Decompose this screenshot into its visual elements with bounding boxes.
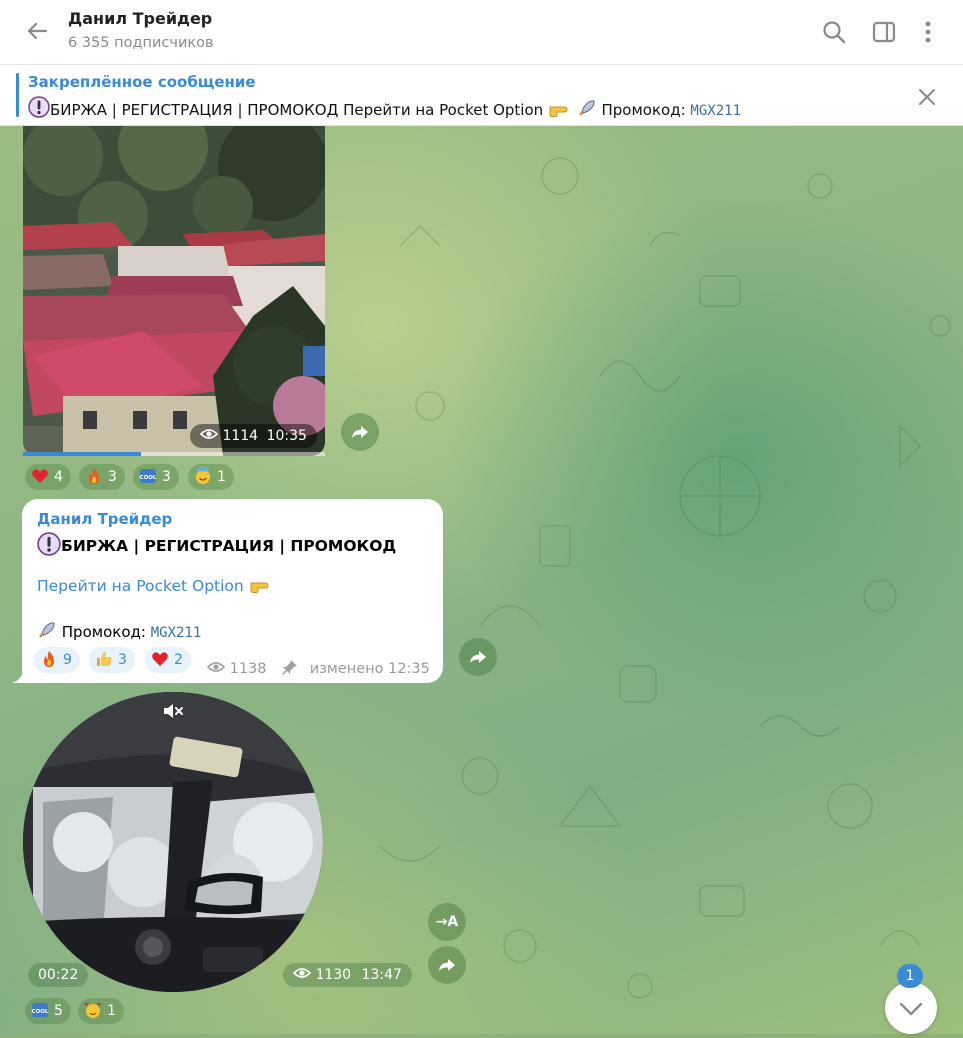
video-message[interactable] [23,126,325,456]
share-button[interactable] [428,946,466,984]
round-video-duration: 00:22 [38,967,79,983]
reaction-count: 3 [108,469,117,485]
exclamation-icon [28,96,50,118]
video-time: 10:35 [266,428,307,444]
reaction-count: 1 [107,1003,116,1019]
reaction-count: 5 [54,1003,63,1019]
video-progress-bar[interactable] [23,452,325,456]
halo-smile-icon [196,467,210,484]
reaction-cool[interactable]: COOL 5 [25,998,71,1024]
pocket-option-link[interactable]: Перейти на Pocket Option [37,576,273,595]
svg-text:COOL: COOL [32,1009,49,1015]
reaction-cool[interactable]: COOL 3 [133,464,179,490]
post-edited: изменено 12:35 [309,661,430,677]
reaction-heart[interactable]: 4 [25,464,71,490]
post-meta: 1138 изменено 12:35 [207,659,430,677]
sidebar-toggle-icon[interactable] [870,18,898,46]
fire-icon [44,651,54,667]
reaction-thumbs-up[interactable]: 3 [89,647,135,673]
reaction-fire[interactable]: 3 [79,464,125,490]
share-button[interactable] [459,638,497,676]
video-progress-fill [23,452,141,456]
eye-icon [293,968,311,978]
cool-icon: COOL [32,1003,49,1017]
reaction-hearts-face[interactable]: 1 [78,998,124,1024]
video-meta-pill: 1114 10:35 [190,424,317,448]
pinned-promo-code[interactable]: MGX211 [690,103,741,119]
reaction-count: 4 [54,469,63,485]
post-promo-label: Промокод: [61,623,146,641]
eye-icon [200,429,218,439]
cool-icon: COOL [140,469,157,483]
pointing-hand-icon [549,106,568,117]
pointing-hand-icon [250,582,269,593]
pinned-indicator [16,73,19,117]
chat-header: Данил Трейдер 6 355 подписчиков [0,0,963,65]
video-views: 1114 [222,428,259,444]
post-author[interactable]: Данил Трейдер [37,510,172,528]
pinned-text: БИРЖА | РЕГИСТРАЦИЯ | ПРОМОКОД Перейти н… [28,96,741,119]
fire-icon [89,468,99,484]
share-arrow-icon [352,426,368,438]
chevron-down-icon [899,1002,923,1016]
round-video-views: 1130 [315,967,352,983]
pinned-text-main: БИРЖА | РЕГИСТРАЦИЯ | ПРОМОКОД Перейти н… [50,101,544,119]
unread-badge: 1 [897,964,923,988]
pinned-message-bar[interactable]: Закреплённое сообщение БИРЖА | РЕГИСТРАЦ… [0,65,963,126]
rocket-icon [578,100,595,116]
close-icon[interactable] [914,84,940,110]
post-headline: БИРЖА | РЕГИСТРАЦИЯ | ПРОМОКОД [37,532,396,556]
round-video-time: 13:47 [361,967,402,983]
pin-icon [282,660,298,675]
exclamation-icon [37,532,61,556]
post-promo-code[interactable]: MGX211 [151,625,202,641]
rocket-icon [39,622,55,638]
subscriber-count: 6 355 подписчиков [68,35,214,51]
heart-icon [32,469,48,483]
reaction-count: 9 [63,652,72,668]
share-arrow-icon [470,651,486,663]
round-video-message[interactable] [23,692,323,992]
scroll-down-button[interactable] [885,982,937,1034]
back-arrow-icon[interactable] [22,16,52,46]
video-meta-pill: 1130 13:47 [283,963,412,987]
video-duration-pill: 00:22 [28,963,89,987]
eye-icon [207,662,225,672]
round-video-frame [23,692,323,992]
video-thumbnail [23,126,325,456]
hearts-face-icon [84,1003,101,1018]
svg-text:COOL: COOL [140,475,157,481]
mute-icon[interactable] [160,698,186,724]
reaction-fire[interactable]: 9 [34,647,80,673]
chat-title[interactable]: Данил Трейдер [68,9,212,28]
pinned-title: Закреплённое сообщение [28,73,256,91]
post-views: 1138 [229,661,267,677]
share-arrow-icon [439,959,455,971]
more-vertical-icon[interactable] [914,18,942,46]
reaction-heart[interactable]: 2 [145,647,191,673]
search-icon[interactable] [820,18,848,46]
translate-label: →A [435,914,459,930]
reaction-count: 2 [174,652,183,668]
heart-icon [152,652,168,666]
reaction-halo-smile[interactable]: 1 [188,464,234,490]
reaction-count: 3 [118,652,127,668]
post-headline-text: БИРЖА | РЕГИСТРАЦИЯ | ПРОМОКОД [61,537,397,555]
pinned-promo-label: Промокод: [601,101,686,119]
pocket-option-link-text[interactable]: Перейти на Pocket Option [37,577,244,595]
share-button[interactable] [341,413,379,451]
thumbs-up-icon [97,652,112,666]
translate-button[interactable]: →A [428,903,466,941]
reaction-count: 3 [162,469,171,485]
reaction-count: 1 [217,469,226,485]
post-promo: Промокод: MGX211 [37,620,201,641]
